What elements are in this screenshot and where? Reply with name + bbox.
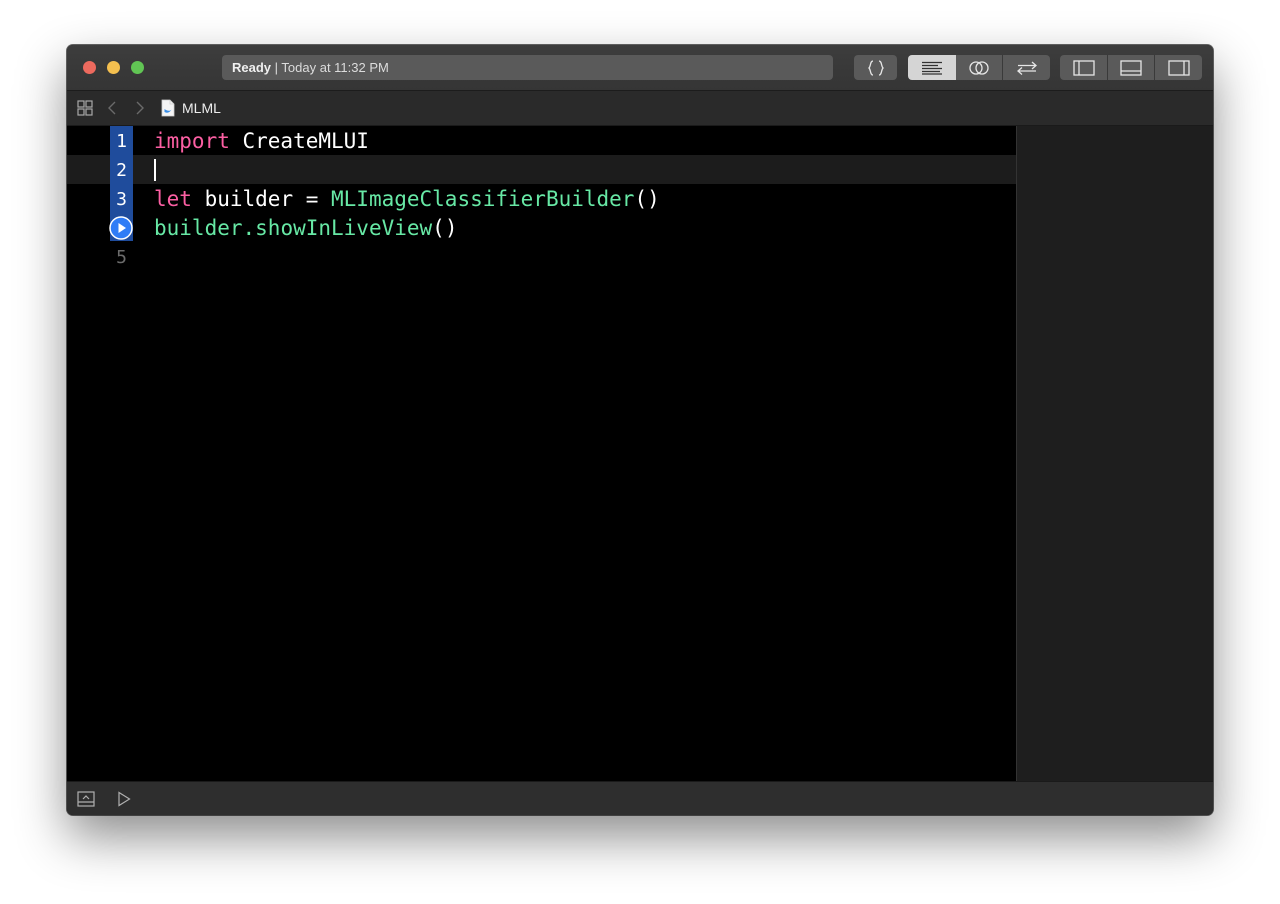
assistant-editor-button[interactable] xyxy=(956,55,1002,80)
utilities-toggle-icon xyxy=(1167,59,1190,76)
keyword-token: import xyxy=(154,129,230,153)
line-number: 1 xyxy=(116,131,127,152)
navigator-toggle-button[interactable] xyxy=(1060,55,1107,80)
zoom-window-button[interactable] xyxy=(131,61,144,74)
playground-window: Ready | Today at 11:32 PM MLML 1 2 3 5 i… xyxy=(67,45,1213,815)
code-line: let builder = MLImageClassifierBuilder() xyxy=(154,185,660,214)
bottom-bar xyxy=(67,781,1213,815)
status-time: Today at 11:32 PM xyxy=(281,60,389,75)
jump-bar: MLML xyxy=(67,91,1213,126)
debug-area-toggle-icon xyxy=(1120,59,1142,76)
back-arrow-icon[interactable] xyxy=(107,100,117,116)
utilities-toggle-button[interactable] xyxy=(1155,55,1202,80)
assistant-editor-icon xyxy=(969,60,989,75)
current-line-highlight xyxy=(67,155,1016,184)
show-debug-area-icon[interactable] xyxy=(77,791,95,807)
activity-status: Ready | Today at 11:32 PM xyxy=(222,55,833,80)
keyword-token: let xyxy=(154,187,192,211)
library-button[interactable] xyxy=(854,55,897,80)
code-line: builder.showInLiveView() xyxy=(154,214,457,243)
file-name[interactable]: MLML xyxy=(182,100,221,116)
plain-token: CreateMLUI xyxy=(229,129,369,153)
text-cursor xyxy=(154,159,156,181)
version-editor-icon xyxy=(1016,61,1037,75)
line-number: 5 xyxy=(116,247,127,268)
line-number: 2 xyxy=(116,160,127,181)
navigator-toggle-icon xyxy=(1072,59,1095,76)
plain-token: () xyxy=(634,187,660,211)
debug-area-toggle-button[interactable] xyxy=(1108,55,1154,80)
forward-arrow-icon[interactable] xyxy=(135,100,145,116)
method-token: showInLiveView xyxy=(255,216,433,240)
standard-editor-icon xyxy=(922,61,942,75)
run-to-line-button[interactable] xyxy=(109,216,133,240)
braces-icon xyxy=(867,59,884,76)
grid-icon[interactable] xyxy=(77,100,93,116)
plain-token: () xyxy=(432,216,458,240)
plain-token: builder = xyxy=(191,187,332,211)
variable-token: builder. xyxy=(154,216,256,240)
source-editor[interactable]: 1 2 3 5 import CreateMLUI let builder = … xyxy=(67,126,1016,781)
line-number: 3 xyxy=(116,189,127,210)
minimize-window-button[interactable] xyxy=(107,61,120,74)
version-editor-button[interactable] xyxy=(1003,55,1050,80)
status-separator: | xyxy=(271,60,282,75)
status-ready: Ready xyxy=(232,60,272,75)
swift-file-icon xyxy=(161,99,175,117)
close-window-button[interactable] xyxy=(83,61,96,74)
standard-editor-button[interactable] xyxy=(908,55,956,80)
title-bar: Ready | Today at 11:32 PM xyxy=(67,45,1213,91)
type-token: MLImageClassifierBuilder xyxy=(331,187,635,211)
results-sidebar xyxy=(1016,126,1213,781)
run-playground-icon[interactable] xyxy=(117,791,131,807)
code-line: import CreateMLUI xyxy=(154,127,369,156)
